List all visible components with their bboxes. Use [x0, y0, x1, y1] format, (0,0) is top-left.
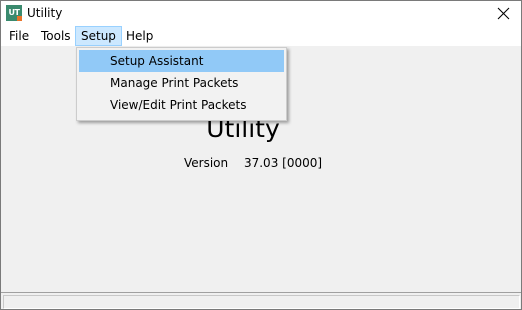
window-title: Utility	[27, 6, 63, 20]
menu-item-setup-assistant[interactable]: Setup Assistant	[79, 50, 284, 72]
version-row: Version 37.03 [0000]	[184, 155, 322, 171]
menu-setup[interactable]: Setup	[75, 26, 122, 46]
setup-dropdown-menu: Setup Assistant Manage Print Packets Vie…	[76, 47, 287, 121]
menu-tools[interactable]: Tools	[36, 27, 76, 45]
version-value: 37.03 [0000]	[243, 156, 323, 170]
close-button[interactable]	[491, 4, 515, 24]
status-pane	[3, 295, 520, 309]
close-icon	[497, 7, 509, 20]
menu-item-view-edit-print-packets[interactable]: View/Edit Print Packets	[79, 94, 284, 116]
status-bar	[1, 292, 521, 309]
title-bar[interactable]: UT Utility	[1, 1, 521, 26]
version-label: Version	[184, 156, 229, 170]
menu-file[interactable]: File	[4, 27, 34, 45]
utility-app-icon[interactable]: UT	[6, 5, 22, 21]
app-window: UT Utility File Tools Setup Help Utility…	[0, 0, 522, 310]
menu-help[interactable]: Help	[121, 27, 158, 45]
menu-bar: File Tools Setup Help	[1, 26, 521, 46]
app-icon-accent	[17, 16, 22, 21]
menu-item-manage-print-packets[interactable]: Manage Print Packets	[79, 72, 284, 94]
